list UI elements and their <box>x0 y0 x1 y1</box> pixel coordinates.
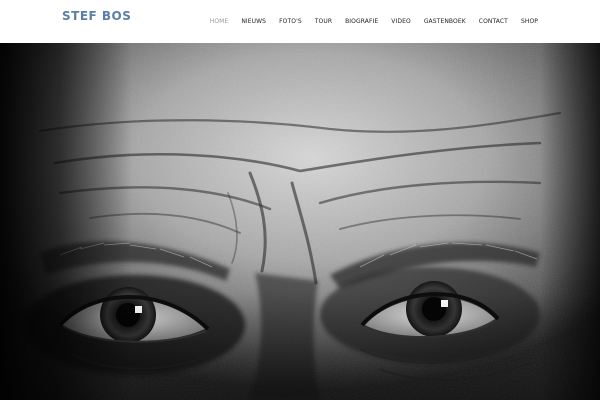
nav-link-shop[interactable]: SHOP <box>521 18 538 26</box>
nav-item-shop: SHOP <box>521 18 538 26</box>
nav-item-home: HOME <box>210 18 229 26</box>
site-header: STEF BOS HOME NIEUWS FOTO'S TOUR BIOGRAF… <box>0 0 600 43</box>
nav-item-fotos: FOTO'S <box>279 18 302 26</box>
site-logo[interactable]: STEF BOS <box>62 9 131 23</box>
nav-link-home[interactable]: HOME <box>210 18 229 26</box>
nav-item-tour: TOUR <box>315 18 332 26</box>
nav-link-biografie[interactable]: BIOGRAFIE <box>345 18 378 26</box>
nav-link-gastenboek[interactable]: GASTENBOEK <box>424 18 466 26</box>
nav-item-video: VIDEO <box>391 18 411 26</box>
nav-link-contact[interactable]: CONTACT <box>479 18 508 26</box>
nav-link-nieuws[interactable]: NIEUWS <box>241 18 266 26</box>
bottom-shadow <box>0 43 600 400</box>
nav-link-video[interactable]: VIDEO <box>391 18 411 26</box>
nav-item-gastenboek: GASTENBOEK <box>424 18 466 26</box>
nav-item-nieuws: NIEUWS <box>241 18 266 26</box>
hero-photo <box>0 43 600 400</box>
nav-item-contact: CONTACT <box>479 18 508 26</box>
face-closeup-image <box>0 43 600 400</box>
nav-item-biografie: BIOGRAFIE <box>345 18 378 26</box>
nav-list: HOME NIEUWS FOTO'S TOUR BIOGRAFIE VIDEO … <box>210 16 538 28</box>
nav-link-fotos[interactable]: FOTO'S <box>279 18 302 26</box>
nav-link-tour[interactable]: TOUR <box>315 18 332 26</box>
